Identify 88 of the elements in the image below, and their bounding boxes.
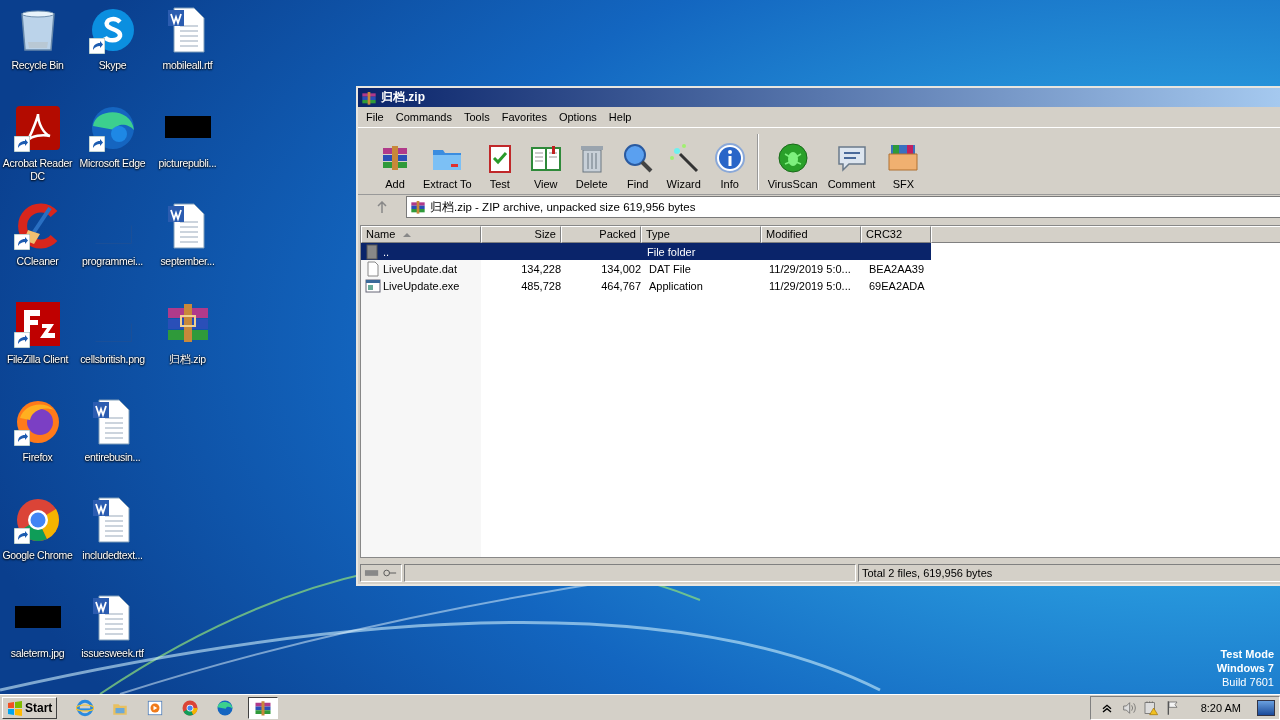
toolbar-button[interactable]: Test xyxy=(476,142,523,190)
desktop-icon-label[interactable]: Microsoft Edge xyxy=(79,157,146,170)
table-cell: 11/29/2019 5:0... xyxy=(769,279,851,292)
up-arrow-icon[interactable] xyxy=(377,201,387,213)
desktop-icon-label[interactable]: Skype xyxy=(98,59,127,72)
search-icon xyxy=(621,142,654,174)
desktop-icon-label[interactable]: september... xyxy=(160,255,215,268)
menu-item[interactable]: Options xyxy=(552,111,603,123)
bug-icon xyxy=(776,142,809,174)
table-cell: 134,228 xyxy=(521,262,561,275)
toolbar-button[interactable]: Comment xyxy=(822,142,881,190)
folder-icon xyxy=(365,243,381,260)
drive-icon xyxy=(360,564,402,582)
toolbar-button[interactable]: Find xyxy=(614,142,661,190)
menu-item[interactable]: Commands xyxy=(389,111,458,123)
column-header[interactable]: Packed xyxy=(561,226,641,243)
window-title: 归档.zip xyxy=(381,89,425,106)
clock[interactable]: 8:20 AM xyxy=(1200,701,1241,714)
desktop-icon-label[interactable]: Recycle Bin xyxy=(11,59,64,72)
file-name: LiveUpdate.exe xyxy=(383,279,460,292)
table-cell: DAT File xyxy=(649,262,691,275)
column-header[interactable]: Modified xyxy=(761,226,861,243)
desktop-icon-label[interactable]: Firefox xyxy=(22,451,53,464)
desktop-icon-label[interactable]: CCleaner xyxy=(16,255,59,268)
toolbar-button[interactable]: View xyxy=(522,142,569,190)
system-notice-text: Windows 7 xyxy=(1216,661,1274,675)
speaker-icon[interactable] xyxy=(1120,699,1137,716)
column-header[interactable]: Type xyxy=(641,226,761,243)
archive-icon xyxy=(410,199,426,215)
taskbar-button[interactable] xyxy=(248,696,279,719)
system-notice-text: Test Mode xyxy=(1220,647,1274,661)
table-cell: 11/29/2019 5:0... xyxy=(769,262,851,275)
windows-flag-icon xyxy=(7,699,23,716)
menu-item[interactable]: File xyxy=(360,111,390,123)
table-cell: Application xyxy=(649,279,703,292)
desktop-icon-label[interactable]: programmei... xyxy=(82,255,143,268)
table-cell: 485,728 xyxy=(521,279,561,292)
status-text: Total 2 files, 619,956 bytes xyxy=(858,564,1280,582)
column-header[interactable]: CRC32 xyxy=(861,226,931,243)
table-cell: 69EA2ADA xyxy=(869,279,925,292)
globe-browser-icon xyxy=(76,698,95,717)
desktop-icon-label[interactable]: entirebusin... xyxy=(84,451,141,464)
column-header[interactable]: Size xyxy=(481,226,561,243)
system-notice-text: Build 7601 xyxy=(1222,675,1274,689)
desktop-icon-label[interactable]: cellsbritish.png xyxy=(80,353,145,366)
toolbar-button[interactable]: SFX xyxy=(880,142,927,190)
show-desktop-button[interactable] xyxy=(1257,699,1275,716)
wave-browser-icon xyxy=(216,698,235,717)
menu-item[interactable]: Favorites xyxy=(495,111,553,123)
archive-icon xyxy=(361,89,377,106)
address-field[interactable]: 归档.zip - ZIP archive, unpacked size 619,956 bytes xyxy=(406,196,1280,218)
toolbar-button[interactable]: Delete xyxy=(568,142,615,190)
desktop-icon-label[interactable]: mobileall.rtf xyxy=(162,59,213,72)
file-row[interactable]: .. File folder xyxy=(361,243,931,260)
desktop-icon-label[interactable]: picturepubli... xyxy=(158,157,217,170)
archive-icon xyxy=(254,698,273,717)
menu-item[interactable]: Tools xyxy=(458,111,496,123)
file-icon xyxy=(365,260,381,277)
toolbar-button[interactable]: VirusScan xyxy=(762,142,823,190)
table-cell: 134,002 xyxy=(601,262,641,275)
desktop-icon-label[interactable]: includedtext... xyxy=(82,549,143,562)
toolbar-button[interactable]: Add xyxy=(372,142,418,190)
toolbar-button[interactable]: Wizard xyxy=(660,142,707,190)
browser-icon xyxy=(181,698,200,717)
file-name: LiveUpdate.dat xyxy=(383,262,457,275)
magic-wand-icon xyxy=(667,142,700,174)
desktop-icon-label[interactable]: saleterm.jpg xyxy=(10,647,65,660)
file-name: .. xyxy=(383,245,390,258)
desktop-icon-label[interactable]: Google Chrome xyxy=(2,549,73,562)
table-cell: 464,767 xyxy=(601,279,641,292)
desktop-icon-label[interactable]: FileZilla Client xyxy=(6,353,69,366)
column-header[interactable]: Name xyxy=(361,226,481,243)
toolbar-button[interactable]: Extract To xyxy=(418,142,477,190)
desktop-icon-label[interactable]: Acrobat Reader DC xyxy=(0,157,75,183)
table-cell: BEA2AA39 xyxy=(869,262,925,275)
program-icon xyxy=(365,277,381,294)
info-icon xyxy=(713,142,746,174)
file-row[interactable]: LiveUpdate.exe 485,728 464,767 Application 11/29/2019 5:0... 69EA2ADA xyxy=(361,277,1280,294)
network-warning-icon[interactable] xyxy=(1142,699,1159,716)
menu-item[interactable]: Help xyxy=(602,111,638,123)
start-button[interactable]: Start xyxy=(2,696,58,719)
toolbar-button[interactable]: Info xyxy=(706,142,753,190)
file-row[interactable]: LiveUpdate.dat 134,228 134,002 DAT File 11/29/2019 5:0... BEA2AA39 xyxy=(361,260,1280,277)
play-icon xyxy=(146,698,165,717)
desktop-icon-label[interactable]: 归档.zip xyxy=(169,353,206,366)
desktop-icon-label[interactable]: issuesweek.rtf xyxy=(81,647,144,660)
table-cell: File folder xyxy=(647,245,696,258)
package-icon xyxy=(887,142,920,174)
